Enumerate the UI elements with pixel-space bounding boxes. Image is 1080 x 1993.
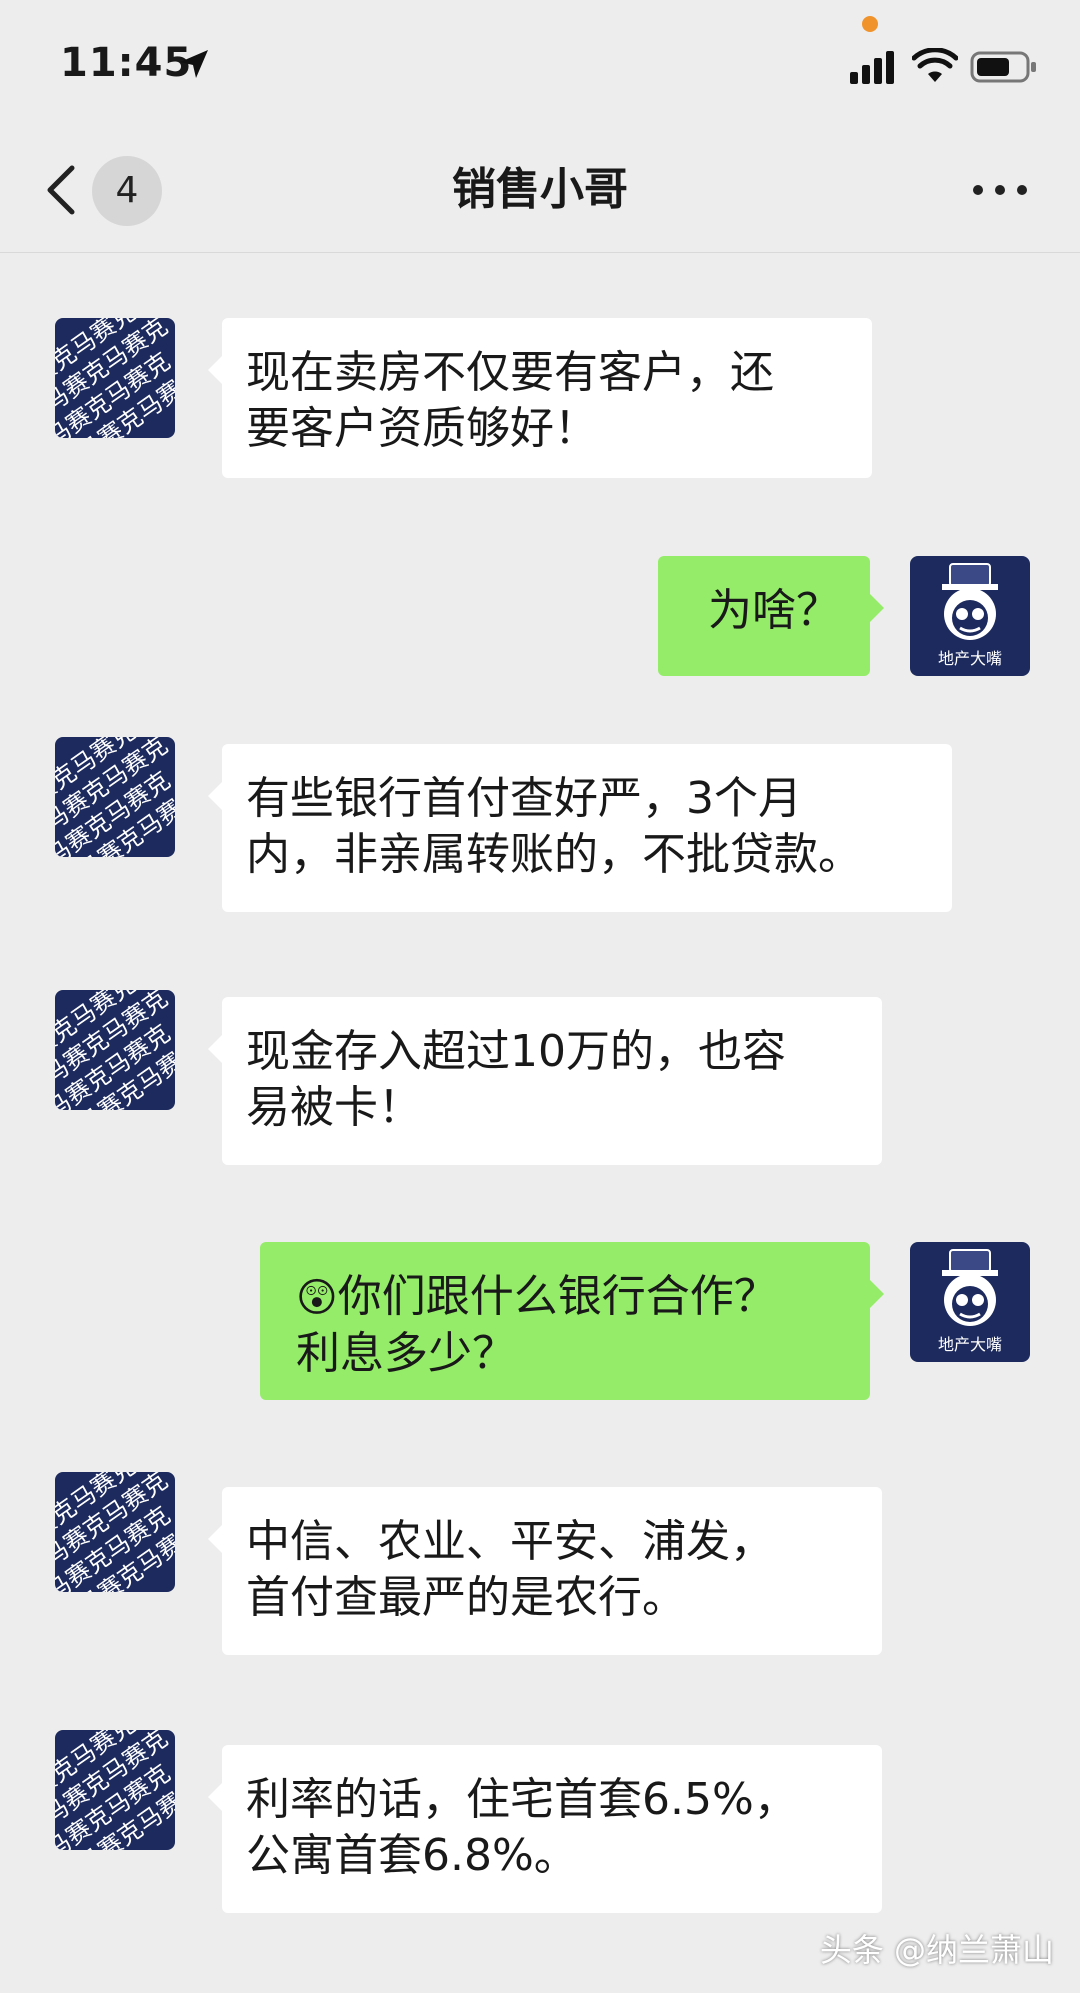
emoji-astonished: 😲: [296, 1275, 338, 1321]
recording-indicator-dot: [862, 16, 878, 32]
contact-avatar[interactable]: 马赛克马赛克马赛克马赛克马赛克马赛克马赛克马赛克: [55, 1472, 175, 1592]
more-options-icon[interactable]: [970, 172, 1030, 208]
avatar-caption: 地产大嘴: [938, 1335, 1002, 1354]
contact-avatar[interactable]: 马赛克马赛克马赛克马赛克马赛克马赛克马赛克马赛克: [55, 1730, 175, 1850]
mosaic-avatar-image: 马赛克马赛克马赛克马赛克马赛克马赛克马赛克马赛克: [55, 1472, 175, 1592]
mosaic-avatar-image: 马赛克马赛克马赛克马赛克马赛克马赛克马赛克马赛克: [55, 1730, 175, 1850]
battery-icon: [970, 51, 1036, 83]
outgoing-message-bubble[interactable]: 为啥？: [658, 556, 884, 676]
incoming-message-bubble[interactable]: 有些银行首付查好严，3个月 内，非亲属转账的，不批贷款。: [208, 744, 952, 912]
message-list[interactable]: 马赛克马赛克马赛克马赛克马赛克马赛克马赛克马赛克 现在卖房不仅要有客户，还 要客…: [0, 252, 1080, 1993]
mosaic-avatar-image: 马赛克马赛克马赛克马赛克马赛克马赛克马赛克马赛克: [55, 737, 175, 857]
incoming-message-bubble[interactable]: 利率的话，住宅首套6.5%， 公寓首套6.8%。: [208, 1745, 882, 1913]
message-text: 利率的话，住宅首套6.5%， 公寓首套6.8%。: [246, 1774, 798, 1881]
status-bar: 11:45: [0, 0, 1080, 130]
contact-avatar[interactable]: 马赛克马赛克马赛克马赛克马赛克马赛克马赛克马赛克: [55, 990, 175, 1110]
message-row: 马赛克马赛克马赛克马赛克马赛克马赛克马赛克马赛克 利率的话，住宅首套6.5%， …: [0, 252, 1080, 1913]
message-text: 有些银行首付查好严，3个月 内，非亲属转账的，不批贷款。: [246, 773, 862, 880]
message-text: 中信、农业、平安、浦发， 首付查最严的是农行。: [246, 1516, 774, 1623]
my-avatar[interactable]: 地产大嘴: [910, 1242, 1030, 1362]
monkey-avatar-image: 地产大嘴: [910, 556, 1030, 676]
chat-header: 4 销售小哥: [0, 130, 1080, 253]
message-text: 为啥？: [708, 585, 840, 636]
message-text: 你们跟什么银行合作？ 利息多少？: [296, 1271, 778, 1379]
location-arrow-icon: [180, 50, 208, 78]
contact-avatar[interactable]: 马赛克马赛克马赛克马赛克马赛克马赛克马赛克马赛克: [55, 318, 175, 438]
cellular-signal-icon: [850, 51, 894, 84]
contact-avatar[interactable]: 马赛克马赛克马赛克马赛克马赛克马赛克马赛克马赛克: [55, 737, 175, 857]
mosaic-avatar-image: 马赛克马赛克马赛克马赛克马赛克马赛克马赛克马赛克: [55, 318, 175, 438]
mosaic-avatar-image: 马赛克马赛克马赛克马赛克马赛克马赛克马赛克马赛克: [55, 990, 175, 1110]
avatar-caption: 地产大嘴: [938, 649, 1002, 668]
outgoing-message-bubble[interactable]: 😲你们跟什么银行合作？ 利息多少？: [260, 1242, 884, 1400]
source-watermark: 头条 @纳兰萧山: [819, 1931, 1054, 1969]
my-avatar[interactable]: 地产大嘴: [910, 556, 1030, 676]
status-time: 11:45: [60, 40, 193, 86]
message-text: 现金存入超过10万的，也容 易被卡！: [246, 1026, 786, 1133]
incoming-message-bubble[interactable]: 现金存入超过10万的，也容 易被卡！: [208, 997, 882, 1165]
message-row: 马赛克马赛克马赛克马赛克马赛克马赛克马赛克马赛克 现在卖房不仅要有客户，还 要客…: [0, 252, 1080, 478]
wifi-icon: [912, 48, 958, 82]
chat-title: 销售小哥: [452, 164, 628, 215]
incoming-message-bubble[interactable]: 中信、农业、平安、浦发， 首付查最严的是农行。: [208, 1487, 882, 1655]
message-text: 现在卖房不仅要有客户，还 要客户资质够好！: [246, 347, 774, 454]
incoming-message-bubble[interactable]: 现在卖房不仅要有客户，还 要客户资质够好！: [208, 318, 872, 478]
monkey-avatar-image: 地产大嘴: [910, 1242, 1030, 1362]
